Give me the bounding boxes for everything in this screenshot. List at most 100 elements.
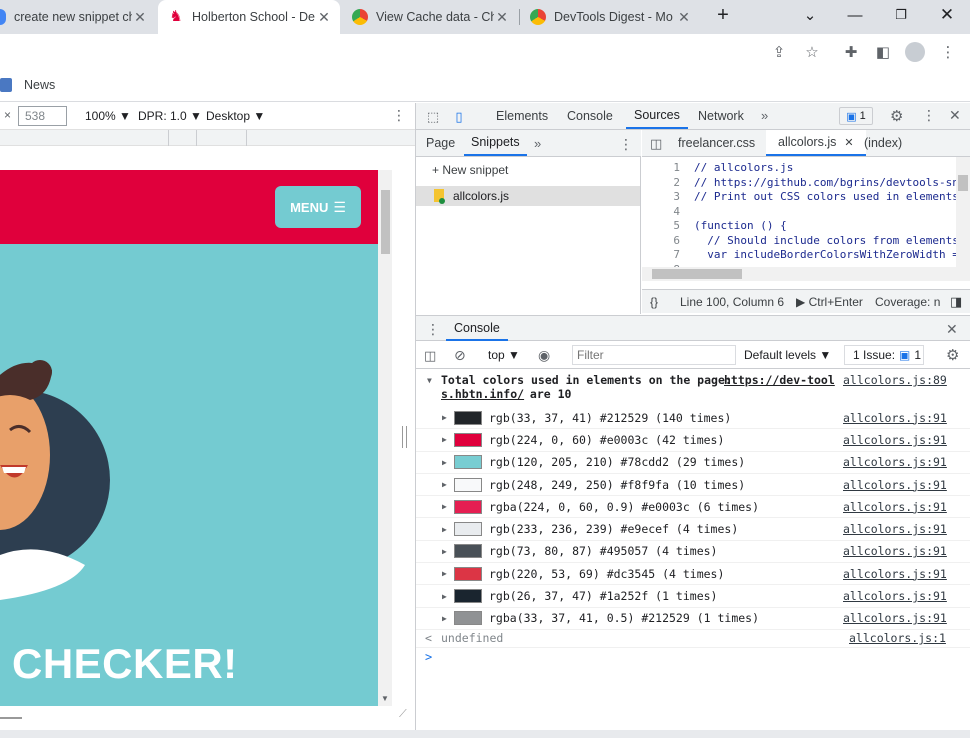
profile-avatar-icon[interactable] — [904, 41, 926, 63]
console-color-row[interactable]: ▶ rgb(120, 205, 210) #78cdd2 (29 times) al… — [416, 452, 970, 474]
console-color-row[interactable]: ▶ rgb(248, 249, 250) #f8f9fa (10 times) al… — [416, 474, 970, 497]
close-tab-icon[interactable]: ✕ — [494, 9, 510, 26]
expand-triangle-icon[interactable]: ▶ — [442, 413, 447, 422]
tab-network[interactable]: Network — [698, 103, 744, 129]
snippet-item[interactable]: allcolors.js — [416, 186, 640, 206]
drawer-tab-console[interactable]: Console — [446, 316, 508, 341]
close-drawer-icon[interactable]: ✕ — [946, 321, 958, 338]
chrome-menu-icon[interactable]: ⋮ — [937, 41, 959, 63]
horizontal-resize-handle[interactable] — [0, 717, 22, 719]
source-link[interactable]: allcolors.js:91 — [843, 544, 947, 558]
source-link[interactable]: allcolors.js:91 — [843, 611, 947, 625]
close-tab-icon[interactable]: ✕ — [132, 9, 148, 26]
dpr-select[interactable]: DPR: 1.0 ▼ — [138, 109, 202, 123]
log-levels-select[interactable]: Default levels ▼ — [744, 348, 831, 362]
console-color-row[interactable]: ▶ rgb(73, 80, 87) #495057 (4 times) allcol… — [416, 541, 970, 564]
clear-console-icon[interactable]: ⊘ — [454, 347, 466, 364]
code-editor[interactable]: 1 // allcolors.js 2 // https://github.com/b… — [642, 157, 970, 267]
tab-elements[interactable]: Elements — [496, 103, 548, 129]
editor-v-scrollbar[interactable] — [956, 157, 970, 267]
console-color-row[interactable]: ▶ rgba(224, 0, 60, 0.9) #e0003c (6 times)… — [416, 496, 970, 519]
source-link[interactable]: allcolors.js:91 — [843, 522, 947, 536]
result-source-link[interactable]: allcolors.js:1 — [849, 631, 946, 645]
summary-link-line2[interactable]: s.hbtn.info/ — [441, 387, 524, 401]
issues-counter[interactable]: ▣ 1 — [839, 107, 873, 125]
expand-triangle-icon[interactable]: ▶ — [442, 547, 447, 556]
side-panel-icon[interactable]: ◧ — [872, 41, 894, 63]
new-tab-button[interactable]: + — [703, 0, 743, 30]
close-editor-tab-icon[interactable]: ✕ — [844, 136, 853, 149]
summary-link-line1[interactable]: https://dev-tool — [724, 373, 835, 387]
tab-search-chevron-icon[interactable]: ⌄ — [790, 0, 830, 30]
console-color-row[interactable]: ▶ rgb(224, 0, 60) #e0003c (42 times) allco… — [416, 429, 970, 452]
minimize-icon[interactable]: — — [835, 0, 875, 30]
tab-console[interactable]: Console — [567, 103, 613, 129]
context-select[interactable]: top ▼ — [488, 348, 520, 362]
toggle-debugger-icon[interactable]: ◨ — [950, 294, 962, 310]
close-tab-icon[interactable]: ✕ — [316, 9, 332, 26]
navigator-menu-icon[interactable]: ⋮ — [619, 136, 633, 153]
tab-snippets[interactable]: Snippets — [464, 130, 527, 156]
source-link[interactable]: allcolors.js:91 — [843, 567, 947, 581]
more-navigator-chevron-icon[interactable]: » — [534, 136, 541, 151]
source-link[interactable]: allcolors.js:91 — [843, 433, 947, 447]
page-scrollbar-thumb[interactable] — [381, 190, 390, 254]
show-sidebar-icon[interactable]: ◫ — [424, 348, 436, 364]
editor-tab-freelancer[interactable]: freelancer.css — [678, 130, 755, 156]
browser-tab[interactable]: DevTools Digest - Mo ✕ — [520, 0, 700, 34]
expand-triangle-icon[interactable]: ▶ — [442, 480, 447, 489]
console-filter-input[interactable] — [572, 345, 736, 365]
pretty-print-braces[interactable]: {} — [650, 295, 658, 309]
expand-triangle-icon[interactable]: ▶ — [442, 502, 447, 511]
browser-tab[interactable]: create new snippet ch ✕ — [0, 0, 156, 34]
device-toggle-icon[interactable]: ▯ — [450, 108, 468, 126]
source-link[interactable]: allcolors.js:91 — [843, 455, 947, 469]
expand-triangle-icon[interactable]: ▶ — [442, 569, 447, 578]
menu-button[interactable]: MENU ☰ — [275, 186, 361, 228]
console-issues-button[interactable]: 1 Issue: ▣ 1 — [844, 345, 924, 365]
zoom-select[interactable]: 100% ▼ — [85, 109, 131, 123]
expand-triangle-icon[interactable]: ▶ — [442, 458, 447, 467]
expand-triangle-icon[interactable]: ▶ — [442, 435, 447, 444]
corner-resize-icon[interactable]: ⟋ — [399, 708, 407, 721]
run-snippet-button[interactable]: ▶ Ctrl+Enter — [796, 295, 863, 309]
console-color-row[interactable]: ▶ rgba(33, 37, 41, 0.5) #212529 (1 times)… — [416, 608, 970, 630]
browser-tab-active[interactable]: ♞ Holberton School - De ✕ — [158, 0, 340, 34]
more-tabs-chevron-icon[interactable]: » — [761, 108, 768, 123]
console-color-row[interactable]: ▶ rgb(33, 37, 41) #212529 (140 times) allc… — [416, 407, 970, 430]
close-window-icon[interactable]: ✕ — [927, 0, 967, 30]
vertical-resize-handle[interactable] — [402, 426, 407, 448]
settings-gear-icon[interactable]: ⚙ — [890, 107, 903, 125]
inspect-element-icon[interactable]: ⬚ — [424, 108, 442, 126]
source-link[interactable]: allcolors.js:91 — [843, 500, 947, 514]
source-link[interactable]: allcolors.js:91 — [843, 589, 947, 603]
editor-h-scrollbar[interactable] — [642, 267, 970, 281]
summary-source-link[interactable]: allcolors.js:89 — [843, 373, 947, 387]
source-link[interactable]: allcolors.js:91 — [843, 411, 947, 425]
toggle-navigator-icon[interactable]: ◫ — [650, 136, 662, 152]
expand-triangle-icon[interactable]: ▶ — [442, 592, 447, 601]
close-devtools-icon[interactable]: ✕ — [949, 107, 961, 124]
restore-icon[interactable]: ❐ — [881, 0, 921, 30]
console-color-row[interactable]: ▶ rgb(220, 53, 69) #dc3545 (4 times) allco… — [416, 563, 970, 586]
scroll-down-arrow-icon[interactable]: ▼ — [381, 694, 389, 703]
expand-down-triangle-icon[interactable]: ▼ — [427, 374, 432, 388]
devtools-menu-icon[interactable]: ⋮ — [922, 107, 936, 124]
console-settings-gear-icon[interactable]: ⚙ — [946, 346, 959, 364]
height-input[interactable] — [18, 106, 67, 126]
device-mode-select[interactable]: Desktop ▼ — [206, 109, 265, 123]
console-color-row[interactable]: ▶ rgb(233, 236, 239) #e9ecef (4 times) all… — [416, 519, 970, 541]
extensions-puzzle-icon[interactable]: ✚ — [840, 41, 862, 63]
bookmark-star-icon[interactable]: ☆ — [801, 41, 823, 63]
bookmark-news[interactable]: News — [24, 78, 55, 92]
expand-triangle-icon[interactable]: ▶ — [442, 614, 447, 623]
expand-triangle-icon[interactable]: ▶ — [442, 525, 447, 534]
source-link[interactable]: allcolors.js:91 — [843, 478, 947, 492]
browser-tab[interactable]: View Cache data - Chr ✕ — [342, 0, 518, 34]
editor-tab-allcolors[interactable]: allcolors.js ✕ — [766, 130, 866, 156]
tab-sources[interactable]: Sources — [626, 103, 688, 129]
live-expression-eye-icon[interactable]: ◉ — [538, 347, 550, 364]
tab-page[interactable]: Page — [426, 130, 455, 156]
close-tab-icon[interactable]: ✕ — [676, 9, 692, 26]
share-icon[interactable]: ⇪ — [768, 41, 790, 63]
